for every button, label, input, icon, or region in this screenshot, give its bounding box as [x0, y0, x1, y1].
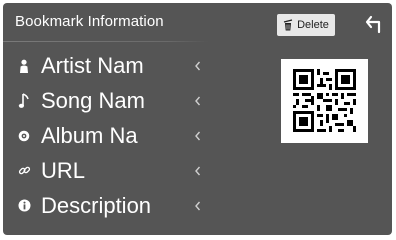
list-item-label: URL	[41, 157, 86, 183]
list-item-artist[interactable]: Artist Nam	[3, 48, 223, 83]
list-item-url[interactable]: URL	[3, 153, 223, 188]
list-item-label: Song Nam	[41, 87, 145, 113]
list-item-label: Description	[41, 192, 152, 218]
bookmark-info-list: Artist Nam Song Nam Album Na URL Descrip…	[3, 48, 223, 223]
chevron-left-icon	[195, 61, 201, 70]
disc-icon	[17, 128, 31, 144]
chevron-left-icon	[195, 96, 201, 105]
list-item-label: Album Na	[41, 122, 138, 148]
music-note-icon	[17, 92, 31, 109]
list-item-label: Artist Nam	[41, 52, 144, 78]
back-arrow-icon[interactable]	[365, 13, 387, 35]
qr-code	[281, 59, 368, 143]
link-icon	[17, 163, 31, 179]
chevron-left-icon	[195, 131, 201, 140]
info-icon	[17, 198, 31, 214]
person-icon	[17, 58, 31, 74]
delete-button[interactable]: Delete	[277, 14, 335, 36]
trash-icon	[283, 19, 293, 31]
qr-code-icon	[293, 69, 356, 132]
list-item-song[interactable]: Song Nam	[3, 83, 223, 118]
bookmark-information-screen: Bookmark Information Delete Artist Nam S…	[3, 3, 392, 235]
chevron-left-icon	[195, 201, 201, 210]
list-item-album[interactable]: Album Na	[3, 118, 223, 153]
chevron-left-icon	[195, 166, 201, 175]
title-divider	[3, 41, 208, 42]
delete-button-label: Delete	[297, 19, 329, 31]
list-item-description[interactable]: Description	[3, 188, 223, 223]
page-title: Bookmark Information	[15, 13, 164, 30]
